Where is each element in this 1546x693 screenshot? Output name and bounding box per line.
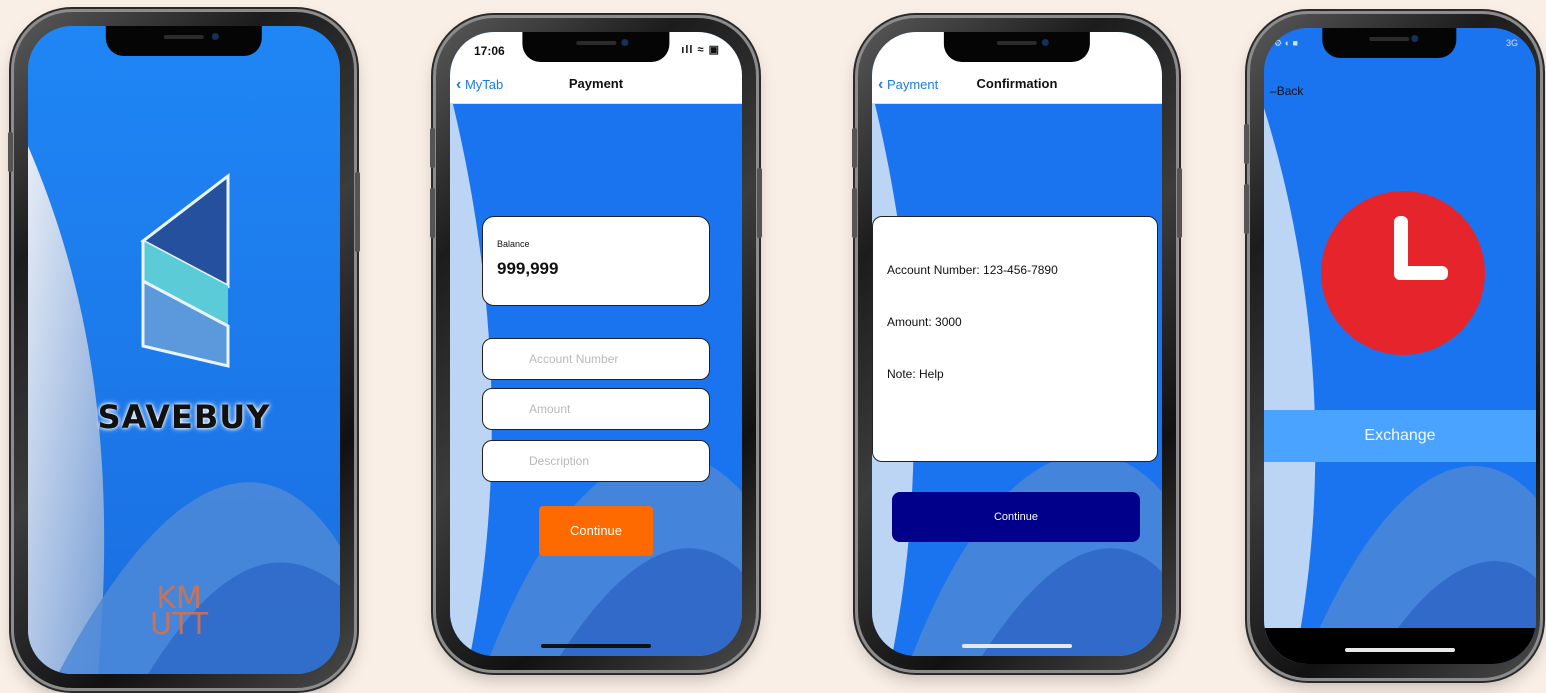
note-line: Note: Help — [887, 367, 944, 381]
amount-field[interactable]: Amount — [482, 388, 710, 430]
balance-label: Balance — [497, 239, 530, 249]
phone-confirmation: ‹ Payment Confirmation Account Number: 1… — [852, 18, 1182, 670]
continue-button[interactable]: Continue — [892, 492, 1140, 542]
page-title: Payment — [568, 76, 624, 91]
home-indicator — [541, 644, 651, 648]
page-title: Confirmation — [976, 76, 1058, 91]
description-field[interactable]: Description — [482, 440, 710, 482]
payment-screen: 17:06 ıll ≈ ▣ ‹ MyTab Payment Balance 99… — [450, 32, 742, 656]
kmutt-logo-line2: UTT — [150, 607, 209, 642]
phone-payment: 17:06 ıll ≈ ▣ ‹ MyTab Payment Balance 99… — [430, 18, 762, 670]
exchange-screen: ⚙ ◐ ■ 3G –Back Exchange — [1264, 28, 1536, 664]
savebuy-logo-icon — [140, 172, 230, 368]
home-indicator — [962, 644, 1072, 648]
nav-bar: ‹ MyTab Payment — [450, 64, 742, 104]
exchange-button[interactable]: Exchange — [1264, 410, 1536, 462]
status-left-icons: ⚙ ◐ ■ — [1274, 38, 1298, 48]
brand-title: SAVEBUY — [97, 398, 271, 436]
splash-screen: SAVEBUY KM UTT — [28, 26, 340, 674]
dash-icon: – — [1270, 84, 1277, 98]
balance-card: Balance 999,999 — [482, 216, 710, 306]
continue-button[interactable]: Continue — [539, 506, 653, 556]
notch — [1322, 28, 1456, 58]
back-button[interactable]: –Back — [1270, 84, 1303, 98]
amount-line: Amount: 3000 — [887, 315, 962, 329]
notch — [105, 26, 263, 56]
back-label: Back — [1276, 84, 1304, 98]
phone-splash: SAVEBUY KM UTT — [8, 12, 360, 688]
nav-bar: ‹ Payment Confirmation — [872, 64, 1162, 104]
status-icons: ıll ≈ ▣ — [681, 44, 720, 56]
clock-icon — [1321, 191, 1485, 355]
status-network: 3G — [1505, 38, 1518, 48]
account-number-line: Account Number: 123-456-7890 — [887, 263, 1058, 277]
notch — [522, 32, 670, 62]
home-indicator — [1345, 648, 1455, 652]
balance-value: 999,999 — [497, 259, 559, 278]
notch — [943, 32, 1091, 62]
kmutt-logo: KM UTT — [150, 584, 209, 642]
confirmation-card: Account Number: 123-456-7890 Amount: 300… — [872, 216, 1158, 462]
account-number-field[interactable]: Account Number — [482, 338, 710, 380]
confirmation-screen: ‹ Payment Confirmation Account Number: 1… — [872, 32, 1162, 656]
status-time: 17:06 — [474, 44, 505, 58]
phone-exchange: ⚙ ◐ ■ 3G –Back Exchange — [1244, 14, 1540, 678]
